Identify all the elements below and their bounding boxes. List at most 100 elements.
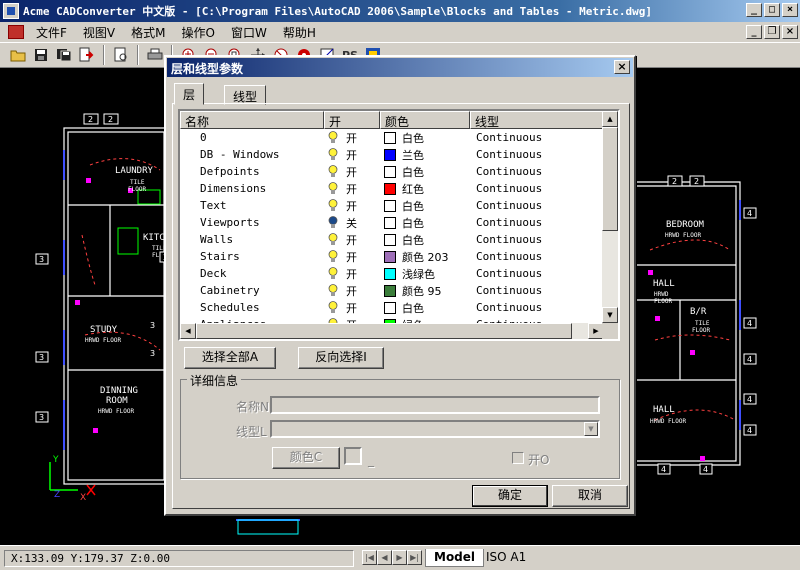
lightbulb-icon[interactable] [328, 131, 338, 144]
layer-on-cell[interactable]: 关 [324, 215, 380, 231]
app-title-bar[interactable]: Acme CADConverter 中文版 - [C:\Program File… [0, 0, 800, 22]
layer-row[interactable]: Text 开 白色 Continuous [180, 197, 604, 214]
column-color[interactable]: 颜色 [380, 111, 470, 129]
lightbulb-icon[interactable] [328, 284, 338, 297]
layer-color-cell[interactable]: 白色 [380, 232, 470, 248]
doc-restore-button[interactable]: ❐ [764, 25, 780, 39]
app-icon[interactable] [3, 3, 19, 19]
layer-on-cell[interactable]: 开 [324, 249, 380, 265]
document-icon[interactable] [8, 25, 24, 39]
layer-row[interactable]: Schedules 开 白色 Continuous [180, 299, 604, 316]
layer-color-cell[interactable]: 兰色 [380, 147, 470, 163]
menu-view[interactable]: 视图V [75, 24, 123, 41]
layer-list-hscroll[interactable]: ◀ ▶ [180, 323, 604, 339]
lightbulb-icon[interactable] [328, 182, 338, 195]
layer-color-cell[interactable]: 颜色 203 [380, 249, 470, 265]
scroll-down-button[interactable]: ▼ [602, 307, 618, 323]
scroll-left-button[interactable]: ◀ [180, 323, 196, 339]
menu-help[interactable]: 帮助H [275, 24, 324, 41]
menu-operate[interactable]: 操作O [173, 24, 222, 41]
layer-on-cell[interactable]: 开 [324, 130, 380, 146]
layer-row[interactable]: Cabinetry 开 颜色 95 Continuous [180, 282, 604, 299]
layer-on-cell[interactable]: 开 [324, 198, 380, 214]
print-icon[interactable] [145, 45, 165, 65]
lightbulb-icon[interactable] [328, 199, 338, 212]
layer-color-cell[interactable]: 白色 [380, 130, 470, 146]
lightbulb-icon[interactable] [328, 233, 338, 246]
layer-color-cell[interactable]: 白色 [380, 164, 470, 180]
open-icon[interactable] [8, 45, 28, 65]
ok-button[interactable]: 确定 [472, 485, 548, 507]
layer-on-cell[interactable]: 开 [324, 164, 380, 180]
tab-model[interactable]: Model [425, 549, 485, 567]
layer-row[interactable]: 0 开 白色 Continuous [180, 129, 604, 146]
column-linetype[interactable]: 线型 [470, 111, 604, 129]
layer-on-cell[interactable]: 开 [324, 283, 380, 299]
prev-layout-button[interactable]: ◀ [377, 550, 392, 565]
combo-dropdown-icon[interactable]: ▼ [584, 422, 598, 436]
layer-row[interactable]: Appliances开绿色Continuous [180, 316, 604, 323]
lightbulb-icon[interactable] [328, 267, 338, 280]
lightbulb-icon[interactable] [328, 250, 338, 263]
name-field[interactable] [270, 396, 600, 414]
invert-selection-button[interactable]: 反向选择I [298, 347, 384, 369]
layer-on-cell[interactable]: 开 [324, 181, 380, 197]
tab-iso-a1[interactable]: ISO A1 [478, 549, 534, 567]
on-checkbox[interactable] [512, 452, 524, 464]
linetype-combo[interactable]: ▼ [270, 420, 600, 438]
preview-icon[interactable] [111, 45, 131, 65]
layer-list[interactable]: 名称 开 颜色 线型 0 开白色 Continuous DB - Windows 开兰色… [178, 109, 620, 341]
layer-on-cell[interactable]: 开 [324, 300, 380, 316]
column-on[interactable]: 开 [324, 111, 380, 129]
lightbulb-icon[interactable] [328, 301, 338, 314]
column-name[interactable]: 名称 [180, 111, 324, 129]
close-button[interactable]: × [782, 3, 798, 17]
layer-on-cell[interactable]: 开 [324, 232, 380, 248]
hscroll-thumb[interactable] [196, 323, 572, 339]
layer-color-cell[interactable]: 白色 [380, 198, 470, 214]
layer-name: 0 [200, 131, 207, 144]
menu-format[interactable]: 格式M [123, 24, 173, 41]
color-swatch [384, 233, 396, 246]
lightbulb-icon[interactable] [328, 148, 338, 161]
menu-window[interactable]: 窗口W [223, 24, 275, 41]
select-all-button[interactable]: 选择全部A [184, 347, 276, 369]
layer-row[interactable]: Deck 开 浅绿色 Continuous [180, 265, 604, 282]
first-layout-button[interactable]: |◀ [362, 550, 377, 565]
scroll-up-button[interactable]: ▲ [602, 111, 618, 127]
layer-color-cell[interactable]: 白色 [380, 215, 470, 231]
layer-color-cell[interactable]: 浅绿色 [380, 266, 470, 282]
maximize-button[interactable]: □ [764, 3, 780, 17]
export-icon[interactable] [77, 45, 97, 65]
color-button[interactable]: 颜色C [272, 447, 340, 469]
lightbulb-icon[interactable] [328, 216, 338, 229]
layer-row[interactable]: DB - Windows 开 兰色 Continuous [180, 146, 604, 163]
menu-file[interactable]: 文件F [28, 24, 75, 41]
svg-text:3: 3 [150, 321, 155, 330]
layer-on-cell[interactable]: 开 [324, 266, 380, 282]
layer-row[interactable]: Defpoints 开 白色 Continuous [180, 163, 604, 180]
save-all-icon[interactable] [54, 45, 74, 65]
doc-minimize-button[interactable]: _ [746, 25, 762, 39]
layer-on-cell[interactable]: 开 [324, 147, 380, 163]
minimize-button[interactable]: _ [746, 3, 762, 17]
layer-row[interactable]: Walls 开 白色 Continuous [180, 231, 604, 248]
save-icon[interactable] [31, 45, 51, 65]
layer-row[interactable]: Dimensions 开 红色 Continuous [180, 180, 604, 197]
lightbulb-icon[interactable] [328, 165, 338, 178]
doc-close-button[interactable]: × [782, 25, 798, 39]
layer-row[interactable]: Stairs 开 颜色 203 Continuous [180, 248, 604, 265]
next-layout-button[interactable]: ▶ [392, 550, 407, 565]
tab-linetype[interactable]: 线型 [224, 85, 267, 105]
layer-color-cell[interactable]: 白色 [380, 300, 470, 316]
layer-list-vscroll[interactable]: ▲ ▼ [602, 111, 618, 323]
dialog-close-button[interactable]: × [614, 60, 630, 74]
last-layout-button[interactable]: ▶| [407, 550, 422, 565]
tab-layer[interactable]: 层 [174, 83, 205, 105]
dialog-title-bar[interactable]: 层和线型参数 × [167, 58, 633, 77]
layer-color-cell[interactable]: 红色 [380, 181, 470, 197]
cancel-button[interactable]: 取消 [552, 485, 628, 507]
layer-row[interactable]: Viewports 关 白色 Continuous [180, 214, 604, 231]
layer-color-cell[interactable]: 颜色 95 [380, 283, 470, 299]
vscroll-thumb[interactable] [602, 127, 618, 231]
